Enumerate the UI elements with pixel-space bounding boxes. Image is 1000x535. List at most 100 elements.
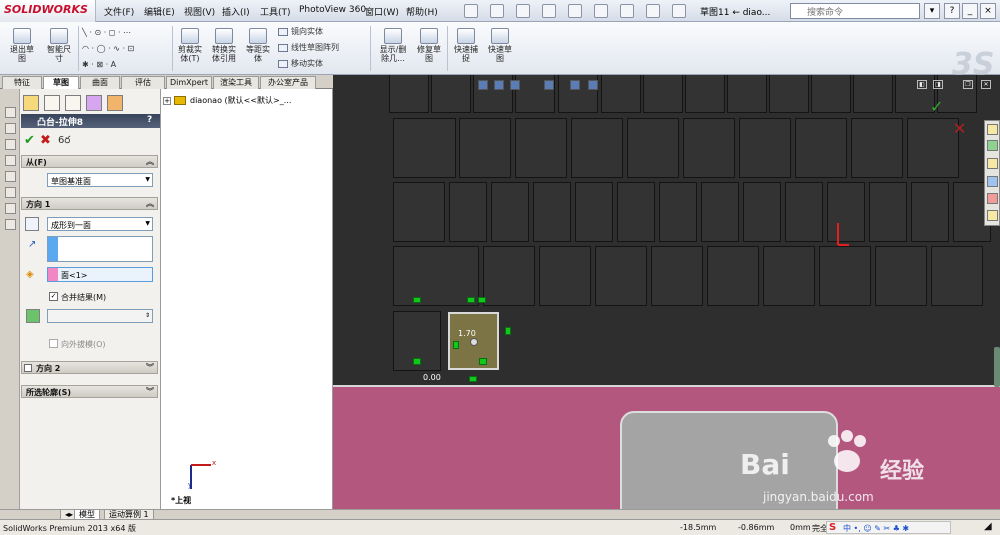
face-selection-box[interactable]: 面<1>: [47, 267, 153, 282]
tab-evaluate[interactable]: 评估: [121, 76, 165, 89]
restore-window-icon[interactable]: ❐: [963, 80, 973, 89]
draft-angle-spinner[interactable]: ⇕: [47, 309, 153, 323]
tree-root-item[interactable]: + diaonao (默认<<默认>_...: [163, 95, 291, 106]
draft-outward-checkbox[interactable]: [49, 339, 58, 348]
close-window-icon[interactable]: ✕: [981, 80, 991, 89]
feature-manager-tab-icon[interactable]: [23, 95, 39, 111]
trim-entities-button[interactable]: 剪裁实 体(T): [174, 28, 206, 63]
quick-snaps-button[interactable]: 快速捕 捉: [450, 28, 482, 63]
print-icon[interactable]: [542, 4, 556, 18]
viewport-split-icon[interactable]: ◨: [933, 80, 943, 89]
tab-render-tools[interactable]: 渲染工具: [213, 76, 259, 89]
menu-view[interactable]: 视图(V): [184, 5, 215, 18]
origin-icon[interactable]: [5, 187, 16, 198]
file-explorer-icon[interactable]: [987, 158, 998, 169]
dimension-label[interactable]: 1.70: [458, 329, 476, 338]
view-palette-icon[interactable]: [987, 176, 998, 187]
smart-dimension-button[interactable]: 智能尺 寸: [42, 28, 76, 63]
link-icon[interactable]: [5, 219, 16, 230]
menu-help[interactable]: 帮助(H): [406, 5, 438, 18]
configuration-manager-tab-icon[interactable]: [65, 95, 81, 111]
dimxpert-manager-tab-icon[interactable]: [86, 95, 102, 111]
offset-entities-button[interactable]: 等距实 体: [242, 28, 274, 63]
rebuild-icon[interactable]: [620, 4, 634, 18]
direction-selection-box[interactable]: [47, 236, 153, 262]
appearances-icon[interactable]: [987, 193, 998, 204]
menu-photoview[interactable]: PhotoView 360: [299, 5, 366, 15]
linear-pattern-button[interactable]: 线性草图阵列: [278, 42, 339, 53]
merge-result-checkbox[interactable]: ✓: [49, 292, 58, 301]
line-icon[interactable]: [5, 171, 16, 182]
point-tool-icon[interactable]: ✱ · ⊠ · A: [82, 60, 116, 69]
undo-icon[interactable]: [568, 4, 582, 18]
display-manager-tab-icon[interactable]: [107, 95, 123, 111]
section-view-icon[interactable]: [544, 80, 554, 90]
dimension-label[interactable]: 0.00: [423, 373, 441, 382]
new-document-icon[interactable]: [464, 4, 478, 18]
direction1-section-header[interactable]: 方向 1 ︽: [21, 197, 158, 210]
convert-entities-button[interactable]: 转换实 体引用: [207, 28, 241, 63]
open-icon[interactable]: [490, 4, 504, 18]
detailed-preview-icon[interactable]: 6ర: [58, 134, 70, 148]
menu-window[interactable]: 窗口(W): [365, 5, 399, 18]
contours-section-header[interactable]: 所选轮廓(S) ︾: [21, 385, 158, 398]
tab-sketch[interactable]: 草图: [43, 76, 79, 89]
dimension-icon[interactable]: [5, 123, 16, 134]
tab-office-products[interactable]: 办公室产品: [260, 76, 316, 89]
menu-tools[interactable]: 工具(T): [260, 5, 291, 18]
sketch-icon[interactable]: [5, 107, 16, 118]
from-select[interactable]: 草图基准面 ▼: [47, 173, 153, 187]
search-options-icon[interactable]: ▾: [924, 3, 940, 19]
help-button[interactable]: ?: [944, 3, 960, 19]
display-delete-relations-button[interactable]: 显示/删 除几...: [374, 28, 412, 63]
save-icon[interactable]: [516, 4, 530, 18]
arc-tool-icon[interactable]: ◠ · ◯ · ∿ · ⊡: [82, 44, 134, 53]
display-style-icon[interactable]: [588, 80, 598, 90]
confirm-cancel-icon[interactable]: ✕: [953, 119, 966, 138]
exit-sketch-button[interactable]: 退出草 图: [5, 28, 39, 63]
graphics-area[interactable]: ◧ ◨ ❐ ✕ ✓ ✕ 1.70 0.00: [333, 75, 1000, 509]
rapid-sketch-button[interactable]: 快速草 图: [484, 28, 516, 63]
repair-sketch-button[interactable]: 修复草 图: [413, 28, 445, 63]
feature-icon[interactable]: [5, 203, 16, 214]
close-icon[interactable]: ×: [980, 3, 996, 19]
command-search-input[interactable]: [790, 3, 920, 19]
home-icon[interactable]: [987, 124, 998, 135]
zoom-to-fit-icon[interactable]: [478, 80, 488, 90]
direction2-section-header[interactable]: 方向 2 ︾: [21, 361, 158, 374]
minimize-icon[interactable]: _: [962, 3, 978, 19]
menu-file[interactable]: 文件(F): [104, 5, 134, 18]
relation-icon[interactable]: [5, 139, 16, 150]
pane-collapse-handle[interactable]: [994, 347, 1000, 387]
resize-grip-icon[interactable]: ◢: [984, 521, 992, 532]
view-orientation-icon[interactable]: [570, 80, 580, 90]
tab-features[interactable]: 特征: [2, 76, 42, 89]
expand-plus-icon[interactable]: +: [163, 96, 171, 105]
tab-dimxpert[interactable]: DimXpert: [166, 76, 212, 89]
plane-icon[interactable]: [5, 155, 16, 166]
line-tool-icon[interactable]: ╲ · ⊙ · ◻ · ⋯: [82, 28, 131, 37]
previous-view-icon[interactable]: [510, 80, 520, 90]
help-icon[interactable]: ?: [147, 115, 152, 125]
menu-edit[interactable]: 编辑(E): [144, 5, 175, 18]
viewport-single-icon[interactable]: ◧: [917, 80, 927, 89]
select-icon[interactable]: [594, 4, 608, 18]
cancel-x-icon[interactable]: ✖: [40, 133, 51, 148]
zoom-area-icon[interactable]: [494, 80, 504, 90]
menu-insert[interactable]: 插入(I): [222, 5, 250, 18]
reverse-direction-icon[interactable]: [25, 217, 39, 231]
options-icon[interactable]: [672, 4, 686, 18]
custom-properties-icon[interactable]: [987, 210, 998, 221]
ime-toolbar[interactable]: S 中 •, ☺ ✎ ✂ ♣ ✱: [826, 521, 951, 534]
from-section-header[interactable]: 从(F) ︽: [21, 155, 158, 168]
move-entities-button[interactable]: 移动实体: [278, 58, 323, 69]
confirm-ok-icon[interactable]: ✓: [930, 97, 943, 116]
design-library-icon[interactable]: [987, 140, 998, 151]
file-properties-icon[interactable]: [646, 4, 660, 18]
ok-check-icon[interactable]: ✔: [24, 133, 35, 148]
mirror-entities-button[interactable]: 镜向实体: [278, 26, 323, 37]
end-condition-select[interactable]: 成形到一面 ▼: [47, 217, 153, 231]
property-manager-tab-icon[interactable]: [44, 95, 60, 111]
direction2-checkbox[interactable]: [24, 364, 32, 372]
tab-surfaces[interactable]: 曲面: [80, 76, 120, 89]
